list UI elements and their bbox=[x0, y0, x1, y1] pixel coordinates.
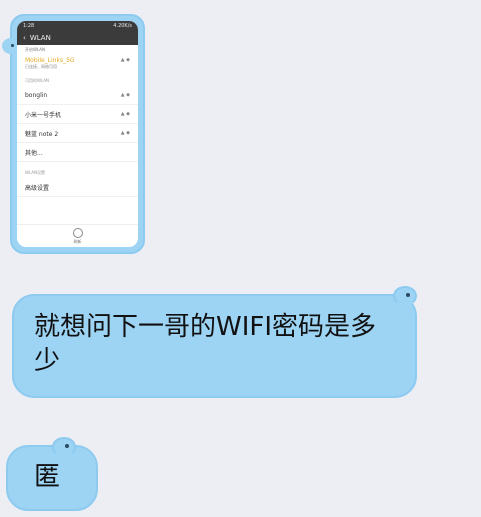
phone-bottom-bar: 刷新 bbox=[17, 224, 138, 247]
advanced-settings-row: 高级设置 bbox=[17, 178, 138, 197]
status-time: 1:28 bbox=[23, 23, 35, 29]
wifi-name: bonglin bbox=[25, 91, 48, 99]
status-speed: 4.20K/s bbox=[113, 23, 132, 29]
wlan-subtitle: 开启WLAN bbox=[25, 47, 46, 52]
wifi-name: 魅蓝 note 2 bbox=[25, 130, 59, 138]
connected-wifi-name: Mobile_Links_5G bbox=[25, 57, 75, 64]
message-text: 匿 bbox=[34, 462, 61, 492]
bubble-mascot-ear bbox=[52, 437, 76, 457]
screen-title: WLAN bbox=[29, 34, 51, 42]
wlan-settings-title: WLAN设置 bbox=[25, 170, 46, 175]
wifi-name: 小米一号手机 bbox=[25, 111, 62, 119]
wifi-list-item: bonglin ▲ ◆ bbox=[17, 86, 138, 105]
back-arrow-icon: ‹ bbox=[23, 34, 26, 42]
image-message-bubble[interactable]: 1:28 4.20K/s ‹ WLAN 开启WLAN Mobile_Links_… bbox=[2, 14, 145, 254]
advanced-settings-label: 高级设置 bbox=[25, 184, 50, 192]
wifi-signal-icon: ▲ ◆ bbox=[120, 111, 130, 117]
chat-bubble-question[interactable]: 就想问下一哥的WIFI密码是多少 bbox=[12, 286, 417, 398]
wifi-signal-icon: ▲ ◆ bbox=[120, 130, 130, 136]
wifi-name: 其他... bbox=[25, 149, 43, 157]
connected-wifi-status: 已连接，网络可用 bbox=[25, 64, 57, 69]
phone-status-bar: 1:28 4.20K/s bbox=[17, 21, 138, 31]
refresh-icon bbox=[72, 227, 83, 238]
wifi-list-item: 其他... bbox=[17, 143, 138, 162]
mascot-eye-icon bbox=[65, 444, 69, 448]
wifi-list-item: 魅蓝 note 2 ▲ ◆ bbox=[17, 124, 138, 143]
message-text: 就想问下一哥的WIFI密码是多少 bbox=[34, 312, 376, 376]
mascot-eye-icon bbox=[406, 293, 410, 297]
available-networks-title: 可用的WLAN bbox=[25, 78, 50, 83]
wifi-list-item: 小米一号手机 ▲ ◆ bbox=[17, 105, 138, 124]
connected-wifi-row: Mobile_Links_5G 已连接，网络可用 ▲ ◆ bbox=[17, 53, 138, 70]
wlan-screenshot[interactable]: 1:28 4.20K/s ‹ WLAN 开启WLAN Mobile_Links_… bbox=[17, 21, 138, 247]
phone-title-bar: ‹ WLAN bbox=[17, 31, 138, 45]
bubble-mascot-ear bbox=[393, 286, 417, 306]
wifi-signal-icon: ▲ ◆ bbox=[120, 57, 130, 63]
chat-bubble-answer[interactable]: 匿 bbox=[6, 437, 98, 511]
refresh-label: 刷新 bbox=[73, 238, 82, 244]
wifi-signal-icon: ▲ ◆ bbox=[120, 92, 130, 98]
